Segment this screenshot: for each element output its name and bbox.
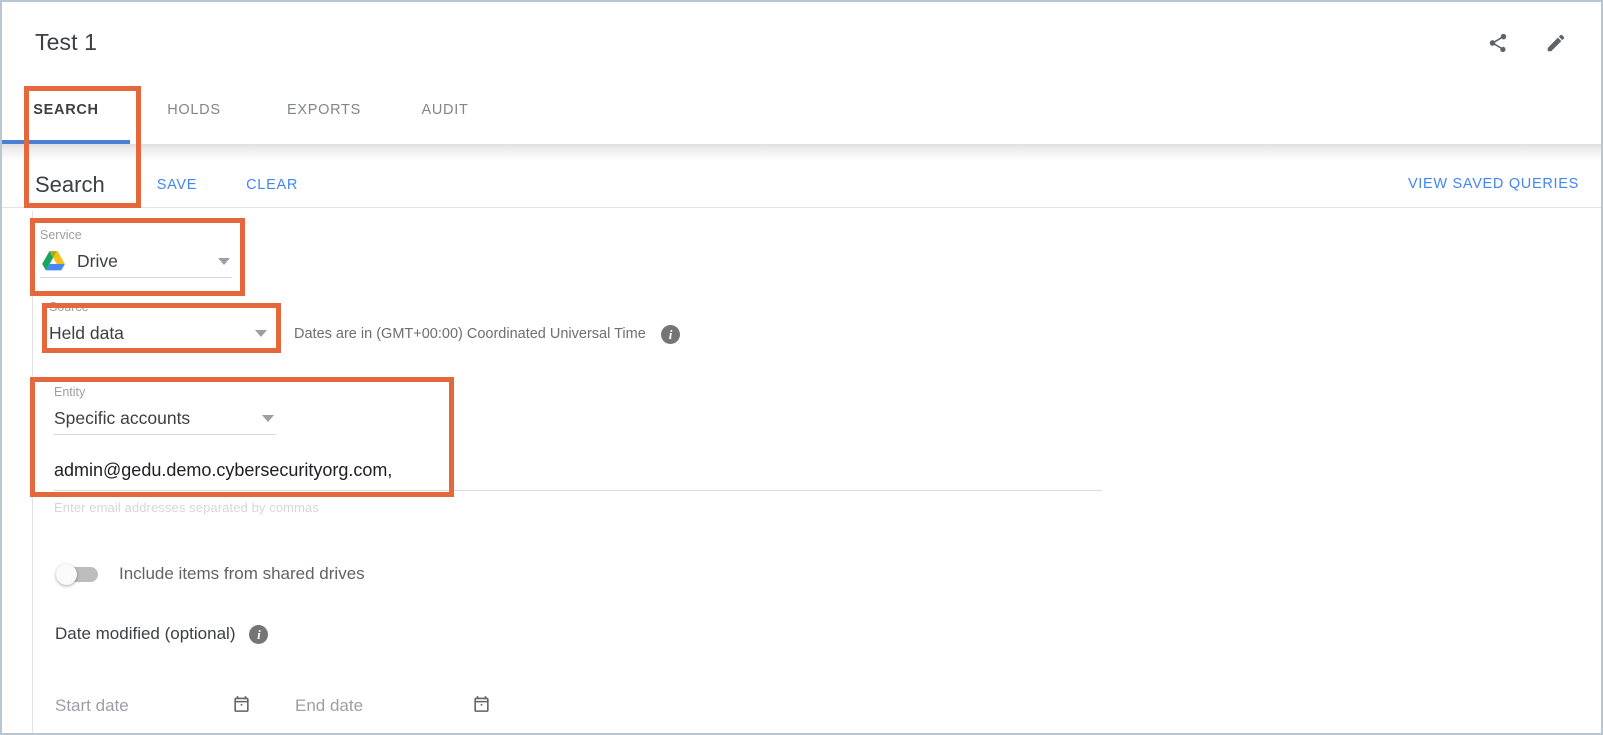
chevron-down-icon: [218, 258, 230, 265]
search-row-divider: [2, 207, 1601, 208]
source-field-label: Source: [49, 300, 89, 314]
page-title: Test 1: [35, 29, 97, 55]
shared-drives-toggle-row: Include items from shared drives: [56, 564, 365, 585]
vault-matter-page: Test 1 SEARCH HOLDS EXPORTS AUDIT Search…: [0, 0, 1603, 735]
date-range-fields: Start date End date: [55, 694, 505, 733]
clear-query-button[interactable]: CLEAR: [246, 177, 298, 193]
left-vertical-rail: [32, 211, 33, 733]
date-modified-info-icon[interactable]: i: [249, 624, 269, 644]
accounts-helper-text: Enter email addresses separated by comma…: [54, 500, 319, 515]
date-modified-label: Date modified (optional): [55, 624, 236, 643]
start-date-field[interactable]: Start date: [55, 694, 265, 733]
service-dropdown[interactable]: Drive: [40, 246, 232, 278]
end-date-placeholder: End date: [295, 696, 364, 715]
entity-field-label: Entity: [54, 385, 86, 399]
chevron-down-icon: [262, 415, 274, 422]
source-value: Held data: [49, 323, 124, 343]
pencil-edit-icon[interactable]: [1541, 28, 1571, 58]
save-query-button[interactable]: SAVE: [157, 177, 197, 193]
calendar-icon[interactable]: [232, 694, 251, 719]
header-actions: [1483, 28, 1571, 58]
tab-bar-shadow: [2, 144, 1601, 160]
chevron-down-icon: [255, 330, 267, 337]
include-shared-drives-label: Include items from shared drives: [119, 564, 365, 583]
accounts-field: Enter email addresses separated by comma…: [54, 460, 1102, 515]
tab-exports[interactable]: EXPORTS: [258, 90, 390, 118]
end-date-field[interactable]: End date: [295, 694, 505, 733]
start-date-placeholder: Start date: [55, 696, 129, 715]
accounts-email-input[interactable]: [54, 460, 1102, 491]
timezone-note: Dates are in (GMT+00:00) Coordinated Uni…: [294, 326, 646, 342]
timezone-info-icon[interactable]: i: [661, 325, 680, 344]
entity-value: Specific accounts: [54, 408, 191, 428]
entity-dropdown[interactable]: Specific accounts: [54, 403, 276, 435]
source-dropdown[interactable]: Held data: [49, 318, 269, 350]
tab-audit[interactable]: AUDIT: [390, 90, 500, 118]
tab-holds[interactable]: HOLDS: [130, 90, 258, 118]
service-field: Service Drive: [40, 228, 232, 278]
share-icon[interactable]: [1483, 28, 1513, 58]
search-heading: Search: [35, 172, 105, 197]
toggle-knob: [56, 564, 77, 585]
google-drive-icon: [42, 250, 65, 270]
date-modified-row: Date modified (optional) i: [55, 624, 269, 644]
search-action-row: Search SAVE CLEAR VIEW SAVED QUERIES: [2, 162, 1601, 208]
include-shared-drives-toggle[interactable]: [56, 564, 100, 585]
service-field-label: Service: [40, 228, 82, 242]
entity-field: Entity Specific accounts: [54, 385, 276, 435]
tab-search[interactable]: SEARCH: [2, 90, 130, 118]
source-field: Source Held data: [49, 300, 269, 350]
calendar-icon[interactable]: [472, 694, 491, 719]
view-saved-queries-button[interactable]: VIEW SAVED QUERIES: [1408, 176, 1579, 192]
tab-bar: SEARCH HOLDS EXPORTS AUDIT: [2, 90, 1601, 142]
service-value: Drive: [77, 251, 118, 271]
